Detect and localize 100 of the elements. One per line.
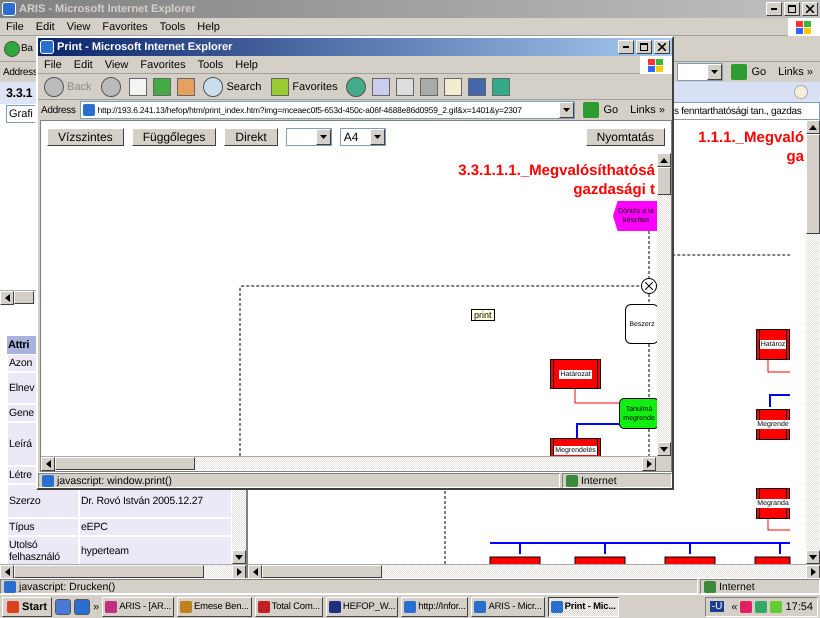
select-field[interactable] [286,128,332,146]
app-icon [7,600,19,612]
horizontal-scrollbar[interactable] [41,456,656,470]
minimize-button[interactable] [766,2,782,16]
dropdown-arrow-icon [320,135,327,139]
close-button[interactable] [802,2,818,16]
app-icon [404,600,416,612]
taskbar-button[interactable]: Print - Mic... [548,596,619,616]
horizontal-scrollbar[interactable] [248,564,820,578]
scroll-right-button[interactable] [642,457,656,471]
scroll-left-button[interactable] [41,457,55,471]
maximize-icon [640,43,648,51]
menu-item[interactable]: View [60,20,96,32]
window-title: Print - Microsoft Internet Explorer [57,41,232,53]
print-button[interactable]: Nyomtatás [586,128,665,146]
maximize-button[interactable] [636,40,652,54]
taskbar-button[interactable]: ARIS - Micr... [471,596,545,616]
app-icon [550,600,563,612]
layout-button[interactable]: Direkt [224,128,278,146]
scroll-down-button[interactable] [806,550,820,564]
menu-item[interactable]: File [0,20,30,32]
dropdown-button[interactable] [707,64,722,80]
taskbar-button[interactable]: ARIS - [AR... [102,596,174,616]
restore-button[interactable] [784,2,800,16]
menu-item[interactable]: Tools [154,20,192,32]
view-select[interactable]: Grafi [6,105,35,123]
scroll-left-button[interactable] [0,291,14,305]
menu-item[interactable]: Tools [192,58,230,70]
tray-icon[interactable] [740,600,752,612]
scroll-right-button[interactable] [806,565,820,579]
address-field[interactable]: http://193.6.241.13/hefop/htm/print_index.htm?img=mceaec0f5-653d-450c-a06f-4688e86d0959_2.gif&x=1401&y=2307 [80,101,576,119]
app-icon [474,600,486,612]
language-indicator[interactable]: -U [710,601,724,612]
vertical-scrollbar[interactable] [657,153,671,456]
taskbar-button[interactable]: http://Infor... [401,596,468,616]
attribute-name: Típus [7,518,79,536]
favorites-button[interactable]: Favorites [269,78,340,96]
minimize-button[interactable] [618,40,634,54]
scroll-thumb[interactable] [806,134,820,234]
go-button[interactable]: Go [579,102,622,118]
scroll-left-button[interactable] [0,565,14,579]
security-zone: Internet [562,473,672,488]
more-button[interactable]: » [93,600,100,612]
paper-select[interactable]: A4 [340,128,386,146]
page-heading: 3.3.1 [6,86,32,100]
menu-item[interactable]: File [38,58,68,70]
clock: 17:54 [785,600,813,612]
horizontal-scrollbar[interactable] [0,564,246,578]
taskbar-button[interactable]: Total Com... [254,596,323,616]
taskbar-button[interactable]: Emese Ben... [176,596,252,616]
layout-button[interactable]: Vízszintes [47,128,124,146]
scroll-thumb[interactable] [55,457,195,470]
scrollbar-corner [656,456,671,471]
address-field[interactable] [677,63,724,81]
menu-item[interactable]: Edit [68,58,99,70]
diagram-title: 3.3.1.1.1._Megvalósíthatósá [458,161,655,180]
menu-item[interactable]: Favorites [134,58,192,70]
horizontal-scrollbar[interactable] [0,290,36,304]
app-icon [566,474,578,486]
forward-button[interactable] [99,76,124,96]
scroll-left-button[interactable] [248,565,262,579]
app-icon [82,104,95,116]
app-icon [180,600,192,612]
taskbar-button[interactable]: HEFOP_W... [326,596,398,616]
scroll-up-button[interactable] [657,153,671,167]
search-button[interactable]: Search [201,76,264,96]
close-icon [806,5,814,13]
app-icon [328,600,341,612]
restore-icon [788,5,796,13]
cross-icon [645,282,653,290]
scroll-thumb[interactable] [14,565,204,578]
vertical-scrollbar[interactable] [232,488,246,564]
menu-item[interactable]: View [98,58,134,70]
links-button[interactable]: Links » [626,104,669,116]
app-icon [258,600,270,612]
scroll-up-button[interactable] [806,120,820,134]
model-select[interactable]: s fenntarthatósági tan., gazdas [672,102,820,120]
app-icon [4,580,16,592]
vertical-scrollbar[interactable] [806,120,820,564]
menu-item[interactable]: Edit [30,20,61,32]
tray-expand-button[interactable]: « [731,600,738,612]
scroll-down-button[interactable] [232,550,246,564]
arrow-down-icon [660,446,668,452]
scroll-thumb[interactable] [657,167,671,195]
close-button[interactable] [654,40,670,54]
scroll-thumb[interactable] [14,291,34,304]
dropdown-arrow-icon [711,70,718,74]
menu-item[interactable]: Help [229,58,264,70]
scroll-thumb[interactable] [262,565,382,578]
arrow-right-icon [810,568,816,576]
go-button[interactable]: Go [727,64,770,80]
scroll-right-button[interactable] [232,565,246,579]
layout-button[interactable]: Függőleges [132,128,216,146]
start-button[interactable]: Start [2,596,52,616]
menu-item[interactable]: Help [191,20,226,32]
links-button[interactable]: Links » [774,66,817,78]
minimize-icon [623,46,629,48]
dropdown-button[interactable] [559,102,574,118]
scroll-down-button[interactable] [657,442,671,456]
menu-item[interactable]: Favorites [96,20,154,32]
